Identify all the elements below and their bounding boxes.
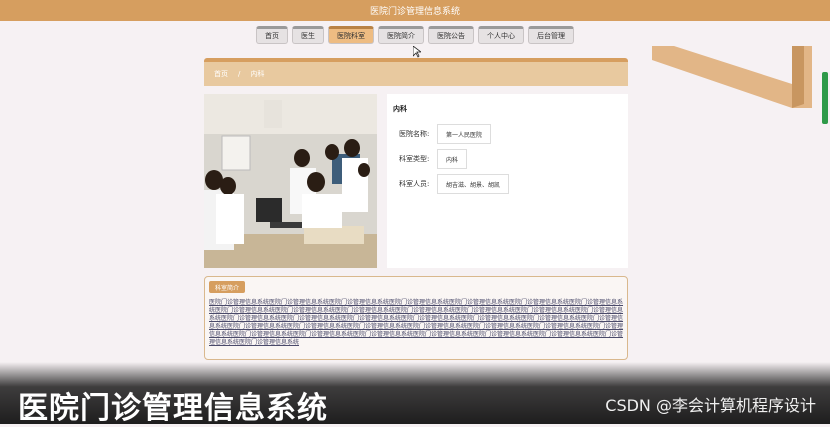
field-value: 第一人民医院 [437,124,492,144]
breadcrumb-current: 内科 [250,70,265,78]
breadcrumb: 首页 / 内科 [204,58,628,86]
nav-item-home[interactable]: 首页 [256,26,288,44]
field-hospital-name: 医院名称: 第一人民医院 [399,124,492,144]
field-department-type: 科室类型: 内科 [399,149,468,169]
decorative-corner-shape [652,46,812,108]
department-description: 科室简介 医院门诊管理信息系统医院门诊管理信息系统医院门诊管理信息系统医院门诊管… [204,276,628,360]
description-text: 医院门诊管理信息系统医院门诊管理信息系统医院门诊管理信息系统医院门诊管理信息系统… [209,299,624,346]
department-title: 内科 [393,105,407,113]
app-title: 医院门诊管理信息系统 [369,7,460,17]
field-value: 胡吉滋、胡景、胡凯 [437,174,510,194]
description-heading: 科室简介 [209,281,246,293]
nav-item-admin[interactable]: 后台管理 [528,26,574,44]
department-photo [204,94,377,268]
field-value: 内科 [437,149,468,169]
field-label: 科室人员: [399,180,430,188]
breadcrumb-home[interactable]: 首页 [214,69,228,79]
main-nav: 首页 医生 医院科室 医院简介 医院公告 个人中心 后台管理 [0,26,830,46]
scrollbar-thumb[interactable] [822,72,828,124]
field-label: 医院名称: [399,130,430,138]
nav-item-user-center[interactable]: 个人中心 [478,26,524,44]
breadcrumb-separator: / [238,70,241,78]
watermark-csdn: CSDN @李会计算机程序设计 [605,396,816,415]
nav-item-departments[interactable]: 医院科室 [328,26,374,44]
nav-item-doctors[interactable]: 医生 [292,26,324,44]
nav-item-announcements[interactable]: 医院公告 [428,26,474,44]
field-department-staff: 科室人员: 胡吉滋、胡景、胡凯 [399,174,510,194]
field-label: 科室类型: [399,155,430,163]
department-info-card: 内科 医院名称: 第一人民医院 科室类型: 内科 科室人员: 胡吉滋、胡景、胡凯 [387,94,628,268]
watermark-title: 医院门诊管理信息系统 [18,391,328,426]
app-header: 医院门诊管理信息系统 [0,0,830,21]
nav-item-hospital-intro[interactable]: 医院简介 [378,26,424,44]
